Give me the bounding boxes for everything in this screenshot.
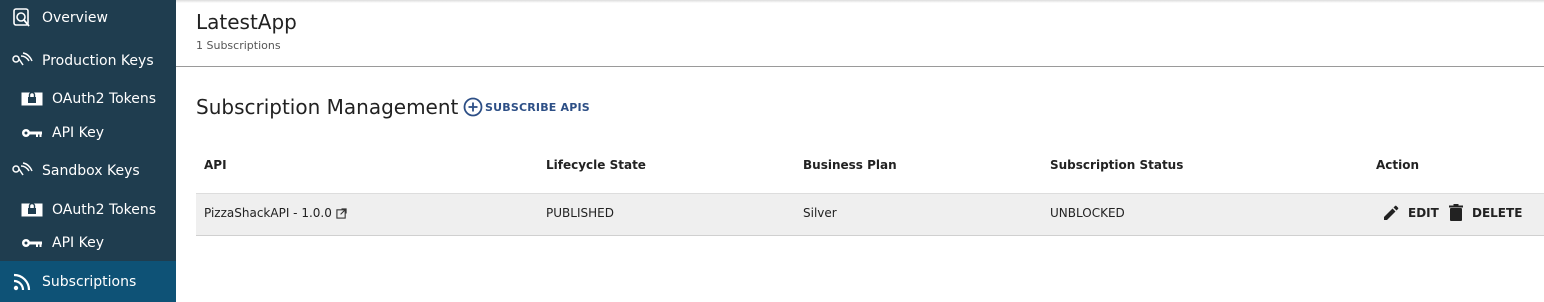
keys-icon — [10, 161, 34, 181]
delete-label: DELETE — [1472, 206, 1523, 220]
sidebar-item-production-keys[interactable]: Production Keys — [10, 51, 186, 71]
sidebar-item-label: API Key — [52, 235, 104, 251]
sidebar-item-label: Sandbox Keys — [42, 163, 140, 179]
page-title: LatestApp — [196, 10, 297, 34]
trash-icon — [1449, 204, 1463, 221]
lock-icon — [20, 89, 44, 109]
sidebar-item-production-api-key[interactable]: API Key — [0, 123, 176, 143]
add-circle-icon — [463, 97, 483, 117]
pencil-icon — [1384, 205, 1399, 220]
column-header-status: Subscription Status — [1050, 158, 1184, 172]
sidebar-item-label: Production Keys — [42, 53, 154, 69]
sidebar-item-production-oauth2-tokens[interactable]: OAuth2 Tokens — [0, 89, 176, 109]
sidebar-item-label: OAuth2 Tokens — [52, 91, 157, 107]
column-header-api: API — [204, 158, 227, 172]
sidebar: Overview Production Keys OAuth2 Tokens A… — [0, 0, 176, 302]
sidebar-item-overview[interactable]: Overview — [10, 8, 186, 28]
rss-icon — [10, 272, 34, 292]
top-shadow — [176, 0, 1544, 3]
search-doc-icon — [10, 8, 34, 28]
sidebar-item-subscriptions[interactable]: Subscriptions — [0, 261, 176, 302]
column-header-plan: Business Plan — [803, 158, 897, 172]
divider — [176, 66, 1544, 67]
business-plan: Silver — [803, 206, 837, 220]
keys-icon — [10, 51, 34, 71]
sidebar-item-label: API Key — [52, 125, 104, 141]
delete-button[interactable]: DELETE — [1448, 204, 1522, 222]
key-icon — [20, 123, 44, 143]
sidebar-item-label: Overview — [42, 10, 108, 26]
sidebar-item-sandbox-api-key[interactable]: API Key — [0, 233, 176, 253]
edit-label: EDIT — [1408, 206, 1439, 220]
lock-icon — [20, 200, 44, 220]
sidebar-item-label: OAuth2 Tokens — [52, 202, 157, 218]
sidebar-item-label: Subscriptions — [42, 273, 137, 290]
sidebar-item-sandbox-keys[interactable]: Sandbox Keys — [10, 161, 186, 181]
sidebar-item-sandbox-oauth2-tokens[interactable]: OAuth2 Tokens — [0, 200, 176, 220]
subscription-status: UNBLOCKED — [1050, 206, 1125, 220]
subscription-count: 1 Subscriptions — [196, 39, 281, 52]
key-icon — [20, 233, 44, 253]
external-link-icon — [336, 207, 347, 219]
main-content: LatestApp 1 Subscriptions Subscription M… — [176, 0, 1544, 302]
edit-button[interactable]: EDIT — [1382, 204, 1439, 222]
column-header-action: Action — [1376, 158, 1420, 172]
api-link[interactable]: PizzaShackAPI - 1.0.0 — [204, 206, 347, 220]
api-name: PizzaShackAPI - 1.0.0 — [204, 206, 332, 220]
subscribe-apis-label: SUBSCRIBE APIS — [485, 100, 590, 114]
subscribe-apis-button[interactable]: SUBSCRIBE APIS — [463, 97, 590, 117]
table-row — [196, 193, 1544, 236]
column-header-lifecycle: Lifecycle State — [546, 158, 646, 172]
section-title: Subscription Management — [196, 95, 459, 119]
lifecycle-state: PUBLISHED — [546, 206, 614, 220]
